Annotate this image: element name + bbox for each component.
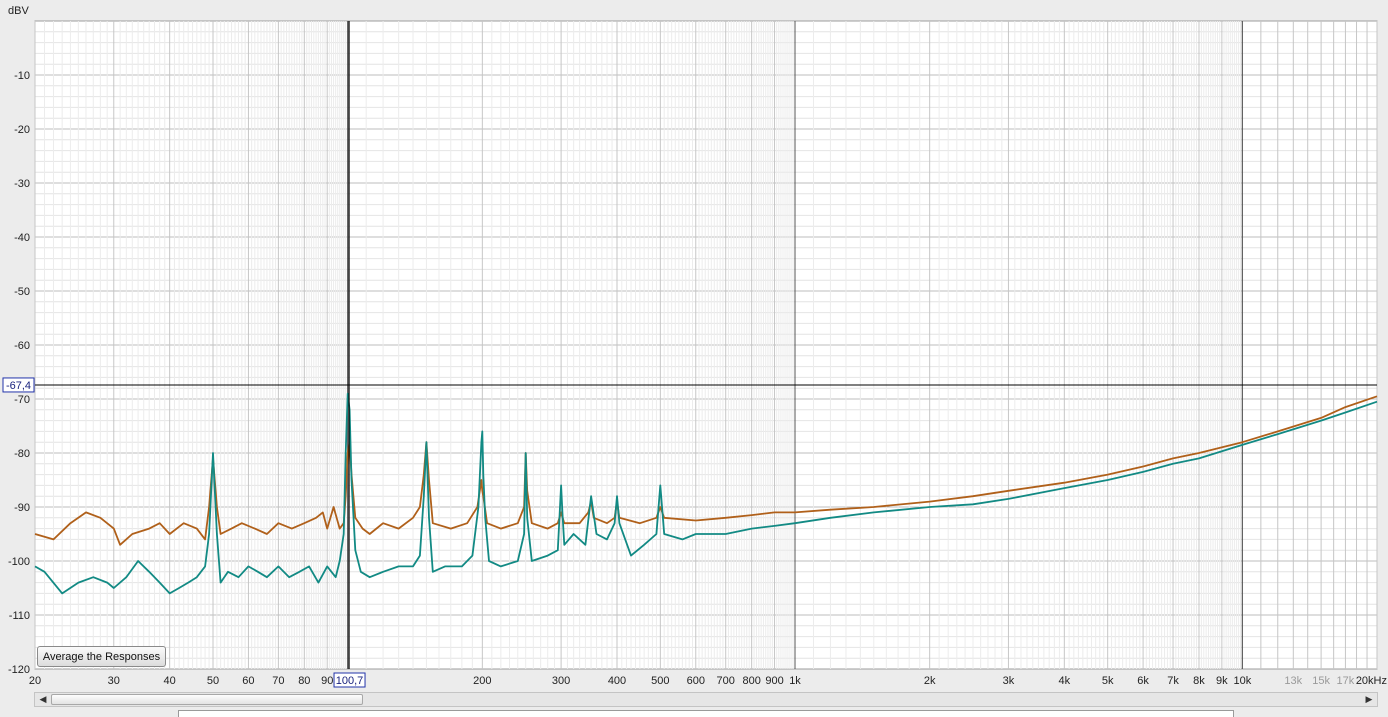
- y-tick-label: -60: [14, 340, 30, 352]
- x-tick-label: 7k: [1167, 675, 1179, 687]
- x-tick-label: 60: [242, 675, 254, 687]
- x-tick-label: 500: [651, 675, 669, 687]
- x-tick-label: 20kHz: [1356, 675, 1387, 687]
- cursor-y-readout: -67,4: [6, 380, 31, 392]
- x-tick-label: 90: [321, 675, 333, 687]
- x-tick-label: 3k: [1003, 675, 1015, 687]
- x-tick-label: 10k: [1233, 675, 1251, 687]
- x-tick-label: 600: [687, 675, 705, 687]
- y-tick-label: -10: [14, 70, 30, 82]
- y-tick-label: -20: [14, 124, 30, 136]
- scroll-left-arrow-icon[interactable]: ◀: [35, 693, 51, 706]
- x-tick-label: 1k: [789, 675, 801, 687]
- y-axis-label: dBV: [8, 5, 29, 17]
- x-tick-label: 30: [108, 675, 120, 687]
- x-tick-label: 9k: [1216, 675, 1228, 687]
- x-tick-label: 900: [765, 675, 783, 687]
- x-tick-label: 80: [298, 675, 310, 687]
- x-tick-label: 5k: [1102, 675, 1114, 687]
- y-tick-label: -120: [8, 664, 30, 676]
- scroll-right-arrow-icon[interactable]: ▶: [1361, 693, 1377, 706]
- x-tick-label: 40: [164, 675, 176, 687]
- x-tick-label: 50: [207, 675, 219, 687]
- x-tick-label: 6k: [1137, 675, 1149, 687]
- x-tick-label: 20: [29, 675, 41, 687]
- x-tick-label: 4k: [1059, 675, 1071, 687]
- x-tick-label: 15k: [1312, 675, 1330, 687]
- horizontal-scrollbar[interactable]: ◀ ▶: [34, 692, 1378, 707]
- y-tick-label: -70: [14, 394, 30, 406]
- y-tick-label: -40: [14, 232, 30, 244]
- average-responses-button[interactable]: Average the Responses: [37, 646, 166, 667]
- grid: [34, 21, 1378, 669]
- x-tick-label: 300: [552, 675, 570, 687]
- cursor-x-readout: 100,7: [336, 675, 364, 687]
- x-axis-ticks: 20 30 40 50 60 70 80 90 200 300 400 500 600 700 800 900…: [29, 675, 1387, 687]
- y-tick-label: -110: [9, 610, 30, 622]
- y-tick-label: -50: [14, 286, 30, 298]
- y-tick-label: -80: [14, 448, 30, 460]
- x-tick-label: 400: [608, 675, 626, 687]
- scroll-thumb[interactable]: [51, 694, 363, 705]
- x-tick-label: 70: [272, 675, 284, 687]
- y-axis-ticks: -10 -20 -30 -40 -50 -60 -70 -80 -90 -100 -110 -120: [8, 70, 30, 676]
- bottom-panel: [178, 710, 1234, 717]
- x-tick-label: 200: [473, 675, 491, 687]
- y-tick-label: -30: [14, 178, 30, 190]
- y-tick-label: -100: [8, 556, 30, 568]
- x-tick-label: 17k: [1337, 675, 1355, 687]
- x-tick-label: 13k: [1284, 675, 1302, 687]
- x-tick-label: 800: [742, 675, 760, 687]
- spectrum-chart: -67,4100,7 -10-20-30-40-50-60-70-80-90-1…: [2, 5, 1387, 688]
- y-tick-label: -90: [14, 502, 30, 514]
- x-tick-label: 8k: [1193, 675, 1205, 687]
- x-tick-label: 2k: [924, 675, 936, 687]
- x-tick-label: 700: [717, 675, 735, 687]
